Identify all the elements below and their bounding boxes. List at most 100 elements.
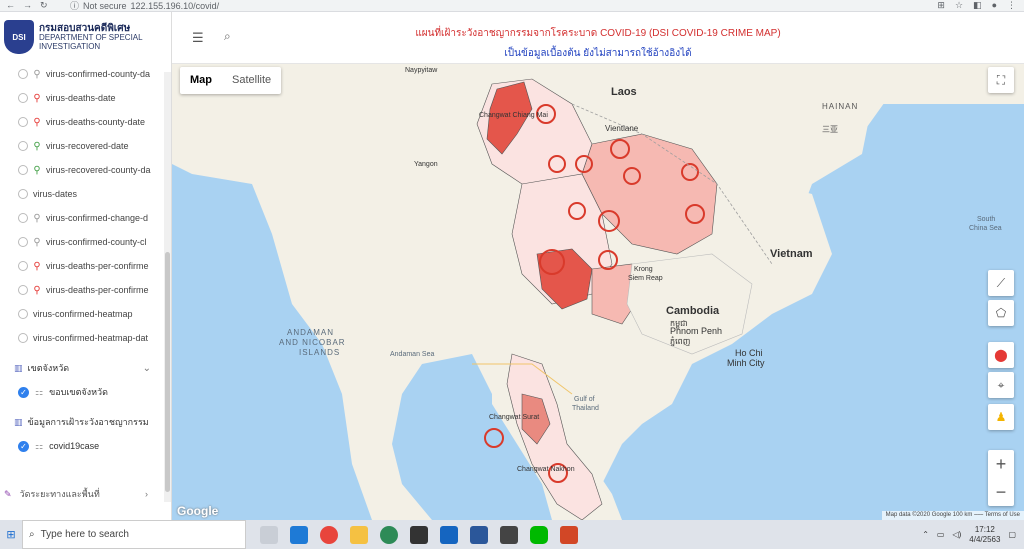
street-view-pegman-icon[interactable]: ♟ [988, 404, 1014, 430]
app-icon[interactable] [500, 525, 518, 544]
marker-button[interactable]: ⬤ [988, 342, 1014, 368]
radio-button[interactable] [18, 93, 28, 103]
mail-icon[interactable] [440, 525, 458, 544]
forward-icon[interactable]: → [23, 0, 32, 11]
taskbar-search-placeholder: Type here to search [40, 529, 129, 540]
group-header-province[interactable]: ▥ เขตจังหวัด ⌄ [0, 356, 171, 380]
radio-button[interactable] [18, 141, 28, 151]
address-bar[interactable]: ⓘ Not secure 122.155.196.10/covid/ [70, 0, 219, 12]
radio-button[interactable] [18, 261, 28, 271]
word-icon[interactable] [470, 525, 488, 544]
map-canvas[interactable] [172, 64, 1024, 520]
sidebar-scrollbar[interactable] [164, 72, 171, 502]
layer-item-province-boundary[interactable]: ✓ ⚏ ขอบเขตจังหวัด [0, 380, 171, 404]
layer-label: ขอบเขตจังหวัด [49, 387, 108, 397]
radio-button[interactable] [18, 117, 28, 127]
fullscreen-button[interactable]: ⛶ [988, 67, 1014, 93]
chrome-icon[interactable] [320, 525, 338, 544]
url-text: 122.155.196.10/covid/ [130, 0, 220, 11]
group-header-crime[interactable]: ▥ ข้อมูลการเฝ้าระวังอาชญากรรม [0, 410, 171, 434]
taskbar-search[interactable]: ⌕ Type here to search [22, 520, 246, 549]
radio-button[interactable] [18, 309, 28, 319]
layer-label: virus-recovered-county-da [46, 165, 151, 175]
store-icon[interactable] [410, 525, 428, 544]
volume-icon[interactable]: ◁) [952, 530, 961, 539]
network-icon[interactable]: ▭ [937, 530, 945, 539]
layer-item[interactable]: virus-confirmed-heatmap-dat [0, 326, 171, 350]
browser-toolbar: ← → ↻ ⓘ Not secure 122.155.196.10/covid/… [0, 0, 1024, 12]
more-icon[interactable]: ⋮ [1007, 0, 1016, 11]
zoom-in-button[interactable]: + [988, 450, 1014, 478]
layer-item-covid19case[interactable]: ✓ ⚏ covid19case [0, 434, 171, 458]
map-attribution[interactable]: Map data ©2020 Google 100 km ⎯⎯⎯ Terms o… [881, 511, 1024, 520]
windows-start-icon[interactable]: ⊞ [0, 528, 22, 541]
label-gulf-1: Gulf of [574, 396, 595, 403]
check-icon[interactable]: ✓ [18, 440, 29, 452]
label-cambodia: Cambodia [666, 305, 720, 317]
layer-item[interactable]: virus-dates [0, 182, 171, 206]
radio-button[interactable] [18, 69, 28, 79]
label-yangon: Yangon [414, 161, 438, 168]
account-icon[interactable]: ● [992, 0, 997, 11]
layer-item[interactable]: ⚲ virus-deaths-county-date [0, 110, 171, 134]
notification-icon[interactable]: ▢ [1008, 530, 1016, 539]
label-vietnam: Vietnam [770, 248, 813, 260]
line-icon[interactable] [530, 525, 548, 544]
layer-label: virus-confirmed-county-cl [46, 237, 147, 247]
org-name-en-2: INVESTIGATION [39, 41, 101, 51]
check-icon[interactable]: ✓ [18, 386, 29, 398]
radio-button[interactable] [18, 213, 28, 223]
layer-item[interactable]: virus-confirmed-heatmap [0, 302, 171, 326]
layer-item[interactable]: ⚲ virus-confirmed-county-da [0, 62, 171, 86]
radio-button[interactable] [18, 189, 28, 199]
browser-icon[interactable] [380, 525, 398, 544]
tray-chevron-icon[interactable]: ⌃ [922, 530, 929, 539]
layer-item[interactable]: ⚲ virus-confirmed-county-cl [0, 230, 171, 254]
chevron-right-icon[interactable]: › [145, 489, 148, 499]
edge-icon[interactable] [290, 525, 308, 544]
extension-icon[interactable]: ◧ [973, 0, 982, 11]
map-pin-icon: ⚲ [33, 68, 41, 80]
map-type-map-button[interactable]: Map [180, 67, 222, 94]
radio-button[interactable] [18, 165, 28, 175]
taskbar-apps [246, 525, 578, 544]
layer-item[interactable]: ⚲ virus-recovered-date [0, 134, 171, 158]
group-title: เขตจังหวัด [27, 363, 70, 373]
radio-button[interactable] [18, 285, 28, 295]
scrollbar-thumb[interactable] [165, 252, 170, 492]
task-view-icon[interactable] [260, 525, 278, 544]
label-south-china-sea-2: China Sea [969, 225, 1002, 232]
org-name-en-1: DEPARTMENT OF SPECIAL [39, 32, 143, 42]
map-view[interactable]: Laos Vietnam Cambodia កម្ពុជា Phnom Penh… [172, 64, 1024, 520]
label-hainan: HAINAN [822, 102, 859, 111]
draw-polygon-button[interactable]: ⬠ [988, 300, 1014, 326]
layer-item[interactable]: ⚲ virus-deaths-per-confirme [0, 254, 171, 278]
radio-button[interactable] [18, 237, 28, 247]
app-header: ☰ ⌕ แผนที่เฝ้าระวังอาชญากรรมจากโรคระบาด … [172, 12, 1024, 64]
clock-date: 4/4/2563 [969, 534, 1001, 544]
file-explorer-icon[interactable] [350, 525, 368, 544]
layer-label: virus-recovered-date [46, 141, 129, 151]
radio-button[interactable] [18, 333, 28, 343]
layer-item[interactable]: ⚲ virus-confirmed-change-d [0, 206, 171, 230]
layer-item[interactable]: ⚲ virus-deaths-per-confirme [0, 278, 171, 302]
reload-icon[interactable]: ↻ [40, 0, 48, 11]
layer-item[interactable]: ⚲ virus-recovered-county-da [0, 158, 171, 182]
group-title: ข้อมูลการเฝ้าระวังอาชญากรรม [27, 417, 149, 427]
back-icon[interactable]: ← [6, 0, 15, 11]
dsi-logo: DSI [4, 20, 34, 54]
powerpoint-icon[interactable] [560, 525, 578, 544]
label-vientiane: Vientiane [605, 124, 639, 133]
layer-item[interactable]: ⚲ virus-deaths-date [0, 86, 171, 110]
translate-icon[interactable]: ⊞ [937, 0, 945, 11]
layer-label: virus-deaths-date [46, 93, 116, 103]
map-type-satellite-button[interactable]: Satellite [222, 67, 281, 94]
chevron-down-icon[interactable]: ⌄ [143, 363, 151, 374]
measure-tool[interactable]: ✎ วัดระยะทางและพื้นที่ › [0, 482, 171, 506]
map-type-control: Map Satellite [180, 67, 282, 94]
my-location-button[interactable]: ⌖ [988, 372, 1014, 398]
draw-line-button[interactable]: ⟋ [988, 270, 1014, 296]
clock[interactable]: 17:12 4/4/2563 [969, 525, 1000, 545]
star-icon[interactable]: ☆ [955, 0, 963, 11]
zoom-out-button[interactable]: − [988, 478, 1014, 506]
